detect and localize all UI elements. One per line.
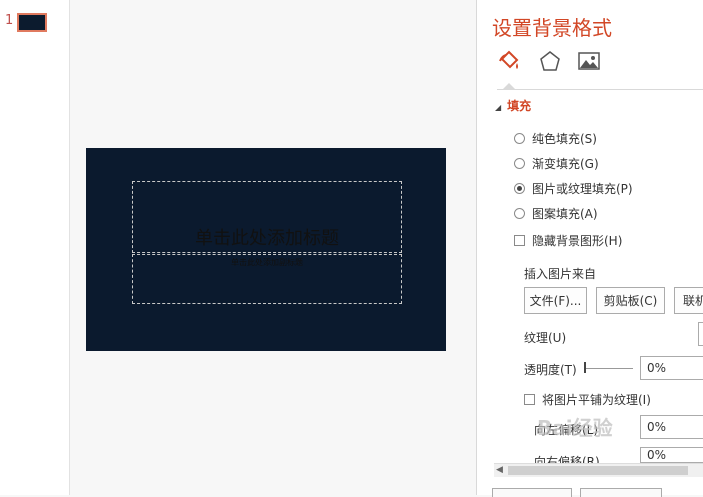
fill-section-header[interactable]: ◢ 填充: [495, 97, 531, 114]
file-button[interactable]: 文件(F)...: [524, 287, 587, 314]
subtitle-placeholder[interactable]: 单击此处添加副标题: [132, 254, 402, 304]
slide-thumbnail[interactable]: [17, 13, 47, 32]
title-placeholder[interactable]: 单击此处添加标题: [132, 181, 402, 253]
insert-picture-from-label: 插入图片来自: [524, 267, 597, 281]
title-placeholder-text: 单击此处添加标题: [195, 228, 339, 249]
picture-texture-fill-label: 图片或纹理填充(P): [532, 182, 633, 196]
slide-thumbnail-preview: [21, 17, 43, 28]
pattern-fill-radio[interactable]: [514, 208, 525, 219]
fill-section-title: 填充: [507, 99, 532, 113]
slide-number: 1: [5, 13, 14, 28]
gradient-fill-radio[interactable]: [514, 158, 525, 169]
transparency-slider-thumb[interactable]: [584, 362, 586, 373]
reset-background-button[interactable]: [580, 488, 662, 497]
slide-editing-area: 单击此处添加标题 单击此处添加副标题: [70, 0, 476, 495]
texture-dropdown[interactable]: [698, 322, 703, 346]
tile-as-texture-label: 将图片平铺为纹理(I): [542, 393, 651, 407]
transparency-field[interactable]: 0%: [640, 356, 703, 380]
horizontal-scrollbar[interactable]: ◀: [494, 463, 703, 477]
transparency-slider-track[interactable]: [585, 368, 633, 369]
subtitle-placeholder-text: 单击此处添加副标题: [231, 258, 303, 267]
collapse-arrow-icon[interactable]: ◢: [495, 103, 501, 112]
apply-to-all-button[interactable]: [492, 488, 572, 497]
hide-background-graphics-label: 隐藏背景图形(H): [532, 234, 623, 248]
tile-as-texture-option[interactable]: 将图片平铺为纹理(I): [524, 391, 651, 408]
pattern-fill-option[interactable]: 图案填充(A): [514, 205, 598, 222]
texture-label: 纹理(U): [524, 331, 567, 345]
solid-fill-option[interactable]: 纯色填充(S): [514, 130, 597, 147]
pattern-fill-label: 图案填充(A): [532, 207, 598, 221]
solid-fill-radio[interactable]: [514, 133, 525, 144]
picture-icon[interactable]: [576, 48, 602, 74]
format-background-panel: 设置背景格式 ◢ 填充 纯色填充(S) 渐变填充(G) 图片或纹理填充(P) 图案…: [476, 0, 703, 497]
solid-fill-label: 纯色填充(S): [532, 132, 597, 146]
scrollbar-thumb[interactable]: [508, 466, 688, 475]
watermark: Bai经验: [537, 416, 613, 440]
offset-right-field[interactable]: 0%: [640, 447, 703, 463]
transparency-label: 透明度(T): [524, 363, 577, 377]
panel-title: 设置背景格式: [492, 16, 612, 40]
slide[interactable]: 单击此处添加标题 单击此处添加副标题: [86, 148, 446, 351]
paint-bucket-icon[interactable]: [496, 48, 522, 74]
clipboard-button[interactable]: 剪贴板(C): [596, 287, 665, 314]
gradient-fill-option[interactable]: 渐变填充(G): [514, 155, 599, 172]
scroll-left-arrow-icon[interactable]: ◀: [496, 465, 503, 475]
slide-thumbnails-pane: 1: [0, 0, 70, 495]
offset-left-field[interactable]: 0%: [640, 415, 703, 439]
online-button[interactable]: 联机: [674, 287, 703, 314]
pentagon-icon[interactable]: [537, 48, 563, 74]
tab-divider: [497, 89, 703, 90]
active-tab-caret: [503, 83, 515, 89]
picture-texture-fill-option[interactable]: 图片或纹理填充(P): [514, 180, 633, 197]
hide-background-graphics-checkbox[interactable]: [514, 235, 525, 246]
hide-background-graphics-option[interactable]: 隐藏背景图形(H): [514, 232, 622, 249]
gradient-fill-label: 渐变填充(G): [532, 157, 599, 171]
tile-as-texture-checkbox[interactable]: [524, 394, 535, 405]
picture-texture-fill-radio[interactable]: [514, 183, 525, 194]
